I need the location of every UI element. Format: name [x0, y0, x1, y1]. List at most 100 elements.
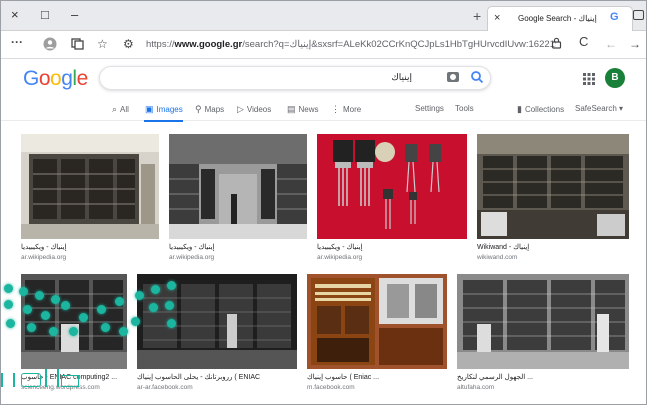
back-icon[interactable]: ←	[605, 37, 617, 51]
image-icon: ▣	[145, 104, 154, 114]
result-caption[interactable]: إينياك - ويكيبيديا	[317, 243, 363, 251]
result-source[interactable]: ar.wikipedia.org	[21, 254, 66, 261]
search-tabs: ⌕ All ▣ Images ⚲ Maps ▷ Videos ▤ News ⋮ More S…	[1, 99, 646, 121]
overlay-dot	[49, 327, 58, 336]
collections-label: Collections	[524, 105, 565, 114]
news-icon: ▤	[287, 104, 296, 114]
result-thumbnail[interactable]	[137, 274, 297, 369]
active-tab-indicator	[144, 120, 183, 122]
tab-videos[interactable]: ▷ Videos	[237, 104, 271, 115]
safesearch-dropdown[interactable]: SafeSearch ▾	[575, 104, 623, 113]
favorites-icon[interactable]: ☆	[97, 37, 108, 51]
result-source[interactable]: altufaha.com	[457, 384, 494, 391]
video-icon: ▷	[237, 104, 244, 114]
tab-news[interactable]: ▤ News	[287, 104, 319, 115]
tab-videos-label: Videos	[246, 105, 272, 114]
result-caption[interactable]: رروبرتانك - يحلى الحاسوب إينياك ( ENIAC	[137, 373, 260, 381]
overlay-dot	[6, 319, 15, 328]
result-thumbnail[interactable]	[457, 274, 629, 369]
overlay-dot	[41, 311, 50, 320]
account-avatar[interactable]: B	[605, 68, 625, 88]
camera-icon[interactable]	[447, 72, 459, 82]
tools-link[interactable]: Tools	[455, 104, 474, 113]
result-caption[interactable]: إينياك - ويكيبيديا	[169, 243, 215, 251]
tab-more-label: More	[343, 105, 362, 114]
google-favicon-icon: G	[610, 11, 619, 23]
overlay-dot	[51, 295, 60, 304]
window-restore-button[interactable]: □	[41, 7, 49, 23]
search-input[interactable]	[112, 72, 412, 82]
settings-link[interactable]: Settings	[415, 104, 444, 113]
result-thumbnail[interactable]	[307, 274, 447, 369]
tab-maps-label: Maps	[204, 105, 225, 114]
overlay-dot	[23, 305, 32, 314]
profile-icon[interactable]	[43, 37, 57, 54]
overlay-dot	[167, 319, 176, 328]
overlay-line	[57, 369, 59, 387]
overlay-dot	[79, 313, 88, 322]
result-thumbnail[interactable]	[21, 274, 127, 369]
logo-letter: o	[50, 67, 62, 90]
overlay-dot	[4, 300, 13, 309]
result-caption[interactable]: حاسوب إينياك ( Eniac ...	[307, 373, 379, 381]
overlay-dot	[61, 301, 70, 310]
sidebar-toggle-icon[interactable]	[633, 10, 644, 20]
window-minimize-button[interactable]: –	[71, 7, 78, 23]
search-icon: ⌕	[112, 104, 118, 114]
result-caption[interactable]: إينياك - ويكيبيديا	[21, 243, 67, 251]
menu-dots-icon[interactable]: ···	[11, 35, 23, 49]
overlay-line	[13, 373, 15, 387]
logo-letter: g	[61, 67, 73, 90]
apps-grid-icon[interactable]	[583, 73, 595, 88]
result-source[interactable]: ar-ar.facebook.com	[137, 384, 193, 391]
new-tab-button[interactable]: +	[473, 8, 481, 24]
collections-link[interactable]: ▮ Collections	[517, 104, 564, 115]
url-path: /search?q=إينياك&sxsrf=ALeKk02CCrKnQCJpL…	[242, 39, 556, 50]
result-source[interactable]: ar.wikipedia.org	[169, 254, 214, 261]
tab-images-label: Images	[156, 105, 183, 114]
close-tab-icon[interactable]: ×	[494, 12, 500, 24]
google-logo[interactable]: Google	[23, 67, 88, 91]
forward-icon[interactable]: →	[629, 37, 641, 51]
tab-all[interactable]: ⌕ All	[112, 104, 129, 115]
tab-news-label: News	[298, 105, 319, 114]
logo-letter: o	[38, 67, 51, 90]
tab-maps[interactable]: ⚲ Maps	[195, 104, 224, 115]
tab-all-label: All	[120, 105, 129, 114]
overlay-dot	[4, 284, 13, 293]
result-source[interactable]: ar.wikipedia.org	[317, 254, 362, 261]
browser-tab[interactable]: × Google Search - إينياك G	[487, 6, 633, 31]
reload-icon[interactable]: C	[579, 35, 588, 49]
url-field[interactable]: https://www.google.gr/search?q=إينياك&sx…	[146, 39, 556, 50]
overlay-dot	[35, 291, 44, 300]
result-caption[interactable]: Wikiwand - إينياك	[477, 243, 529, 251]
site-settings-icon[interactable]: ⚙	[123, 37, 134, 51]
overlay-line	[1, 373, 3, 387]
search-icon[interactable]	[470, 70, 484, 84]
result-thumbnail[interactable]	[477, 134, 629, 239]
tab-more[interactable]: ⋮ More	[331, 104, 361, 115]
more-vert-icon: ⋮	[331, 104, 340, 114]
overlay-dot	[97, 305, 106, 314]
overlay-box	[61, 375, 79, 387]
result-thumbnail[interactable]	[169, 134, 307, 239]
overlay-dot	[101, 323, 110, 332]
overlay-dot	[165, 301, 174, 310]
collections-icon[interactable]	[71, 37, 84, 53]
window-close-button[interactable]: ×	[11, 7, 19, 23]
browser-window: × □ – + × Google Search - إينياك G ··· ☆…	[0, 0, 647, 405]
result-source[interactable]: wikiwand.com	[477, 254, 517, 261]
result-source[interactable]: m.facebook.com	[307, 384, 355, 391]
overlay-dot	[135, 291, 144, 300]
overlay-dot	[131, 317, 140, 326]
bookmark-icon: ▮	[517, 104, 522, 114]
overlay-dot	[151, 285, 160, 294]
lock-icon	[551, 37, 562, 52]
result-thumbnail[interactable]	[21, 134, 159, 239]
logo-letter: e	[76, 67, 89, 90]
tab-images[interactable]: ▣ Images	[145, 104, 183, 115]
search-box[interactable]	[99, 66, 491, 90]
overlay-dot	[167, 281, 176, 290]
result-caption[interactable]: الجهول الرسمي لنكاريخ ...	[457, 373, 533, 381]
result-thumbnail[interactable]	[317, 134, 467, 239]
